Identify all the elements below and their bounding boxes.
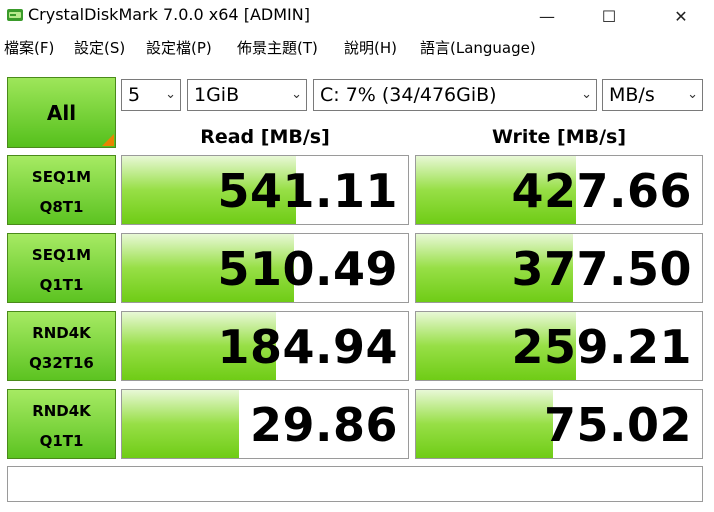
menu-bar: 檔案(F) 設定(S) 設定檔(P) 佈景主題(T) 說明(H) 語言(Lang… xyxy=(0,34,714,62)
read-result-seq1m-q1t1: 510.49 xyxy=(121,233,409,303)
all-button-label: All xyxy=(46,100,77,125)
test-count-select[interactable]: 5 ⌄ xyxy=(121,79,181,111)
write-result-rnd4k-q1t1: 75.02 xyxy=(415,389,703,459)
write-progress-fill xyxy=(416,390,554,458)
read-progress-fill xyxy=(122,390,240,458)
read-value: 29.86 xyxy=(249,398,398,452)
menu-help[interactable]: 說明(H) xyxy=(344,38,397,58)
read-result-rnd4k-q32t16: 184.94 xyxy=(121,311,409,381)
write-value: 75.02 xyxy=(543,398,692,452)
maximize-button[interactable]: ☐ xyxy=(586,0,632,32)
write-result-seq1m-q8t1: 427.66 xyxy=(415,155,703,225)
test-button-seq1m-q1t1[interactable]: SEQ1M Q1T1 xyxy=(7,233,116,303)
unit-select[interactable]: MB/s ⌄ xyxy=(602,79,703,111)
test-name: SEQ1M xyxy=(31,168,92,186)
write-column-header: Write [MB/s] xyxy=(491,126,627,148)
write-result-seq1m-q1t1: 377.50 xyxy=(415,233,703,303)
corner-marker-icon xyxy=(102,134,114,146)
chevron-down-icon: ⌄ xyxy=(165,87,176,102)
crystaldiskmark-app-icon xyxy=(7,9,23,21)
menu-theme[interactable]: 佈景主題(T) xyxy=(237,38,318,58)
menu-settings[interactable]: 設定(S) xyxy=(74,38,125,58)
write-result-rnd4k-q32t16: 259.21 xyxy=(415,311,703,381)
menu-profile[interactable]: 設定檔(P) xyxy=(146,38,212,58)
read-value: 510.49 xyxy=(217,242,398,296)
test-params: Q8T1 xyxy=(39,198,84,216)
chevron-down-icon: ⌄ xyxy=(687,87,698,102)
test-params: Q32T16 xyxy=(29,354,94,372)
read-column-header: Read [MB/s] xyxy=(200,126,330,148)
minimize-button[interactable]: — xyxy=(524,0,570,32)
window-title: CrystalDiskMark 7.0.0 x64 [ADMIN] xyxy=(28,5,310,24)
test-params: Q1T1 xyxy=(39,276,84,294)
write-value: 259.21 xyxy=(511,320,692,374)
test-button-rnd4k-q1t1[interactable]: RND4K Q1T1 xyxy=(7,389,116,459)
test-button-seq1m-q8t1[interactable]: SEQ1M Q8T1 xyxy=(7,155,116,225)
menu-file[interactable]: 檔案(F) xyxy=(4,38,54,58)
test-params: Q1T1 xyxy=(39,432,84,450)
test-button-rnd4k-q32t16[interactable]: RND4K Q32T16 xyxy=(7,311,116,381)
chevron-down-icon: ⌄ xyxy=(581,87,592,102)
drive-select[interactable]: C: 7% (34/476GiB) ⌄ xyxy=(313,79,597,111)
write-value: 427.66 xyxy=(511,164,692,218)
comment-input[interactable] xyxy=(7,466,703,502)
test-name: RND4K xyxy=(32,402,91,420)
test-count-value: 5 xyxy=(128,84,141,106)
read-value: 184.94 xyxy=(217,320,398,374)
test-size-select[interactable]: 1GiB ⌄ xyxy=(187,79,307,111)
read-value: 541.11 xyxy=(217,164,398,218)
title-bar: CrystalDiskMark 7.0.0 x64 [ADMIN] — ☐ ✕ xyxy=(0,0,714,32)
read-result-seq1m-q8t1: 541.11 xyxy=(121,155,409,225)
test-size-value: 1GiB xyxy=(194,84,240,106)
drive-value: C: 7% (34/476GiB) xyxy=(320,84,497,106)
test-name: RND4K xyxy=(32,324,91,342)
test-name: SEQ1M xyxy=(31,246,92,264)
write-value: 377.50 xyxy=(511,242,692,296)
unit-value: MB/s xyxy=(609,84,655,106)
close-button[interactable]: ✕ xyxy=(658,0,704,32)
all-run-button[interactable]: All xyxy=(7,77,116,148)
menu-language[interactable]: 語言(Language) xyxy=(420,38,536,58)
read-result-rnd4k-q1t1: 29.86 xyxy=(121,389,409,459)
chevron-down-icon: ⌄ xyxy=(291,87,302,102)
